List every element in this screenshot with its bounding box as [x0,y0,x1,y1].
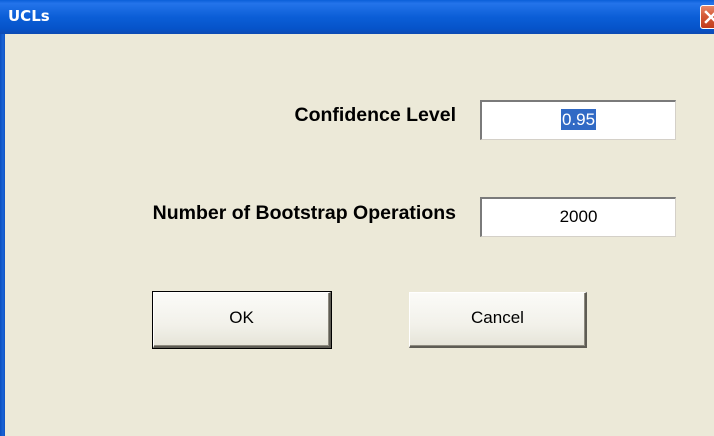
cancel-button[interactable]: Cancel [409,292,587,348]
confidence-level-label: Confidence Level [294,104,456,126]
confidence-level-input[interactable]: 0.95 [480,100,676,140]
ok-button-label: OK [229,308,254,327]
window-title: UCLs [8,7,50,25]
bootstrap-operations-input[interactable]: 2000 [480,197,676,237]
ucls-dialog: UCLs Confidence Level 0.95 Number of Boo… [0,0,714,436]
bootstrap-operations-value: 2000 [559,207,598,226]
close-button[interactable] [700,5,714,29]
window-left-border [0,34,5,436]
ok-button[interactable]: OK [152,291,332,349]
title-bar[interactable]: UCLs [0,0,714,34]
bootstrap-operations-label: Number of Bootstrap Operations [152,202,456,224]
confidence-level-value: 0.95 [560,109,597,130]
cancel-button-label: Cancel [471,308,524,327]
